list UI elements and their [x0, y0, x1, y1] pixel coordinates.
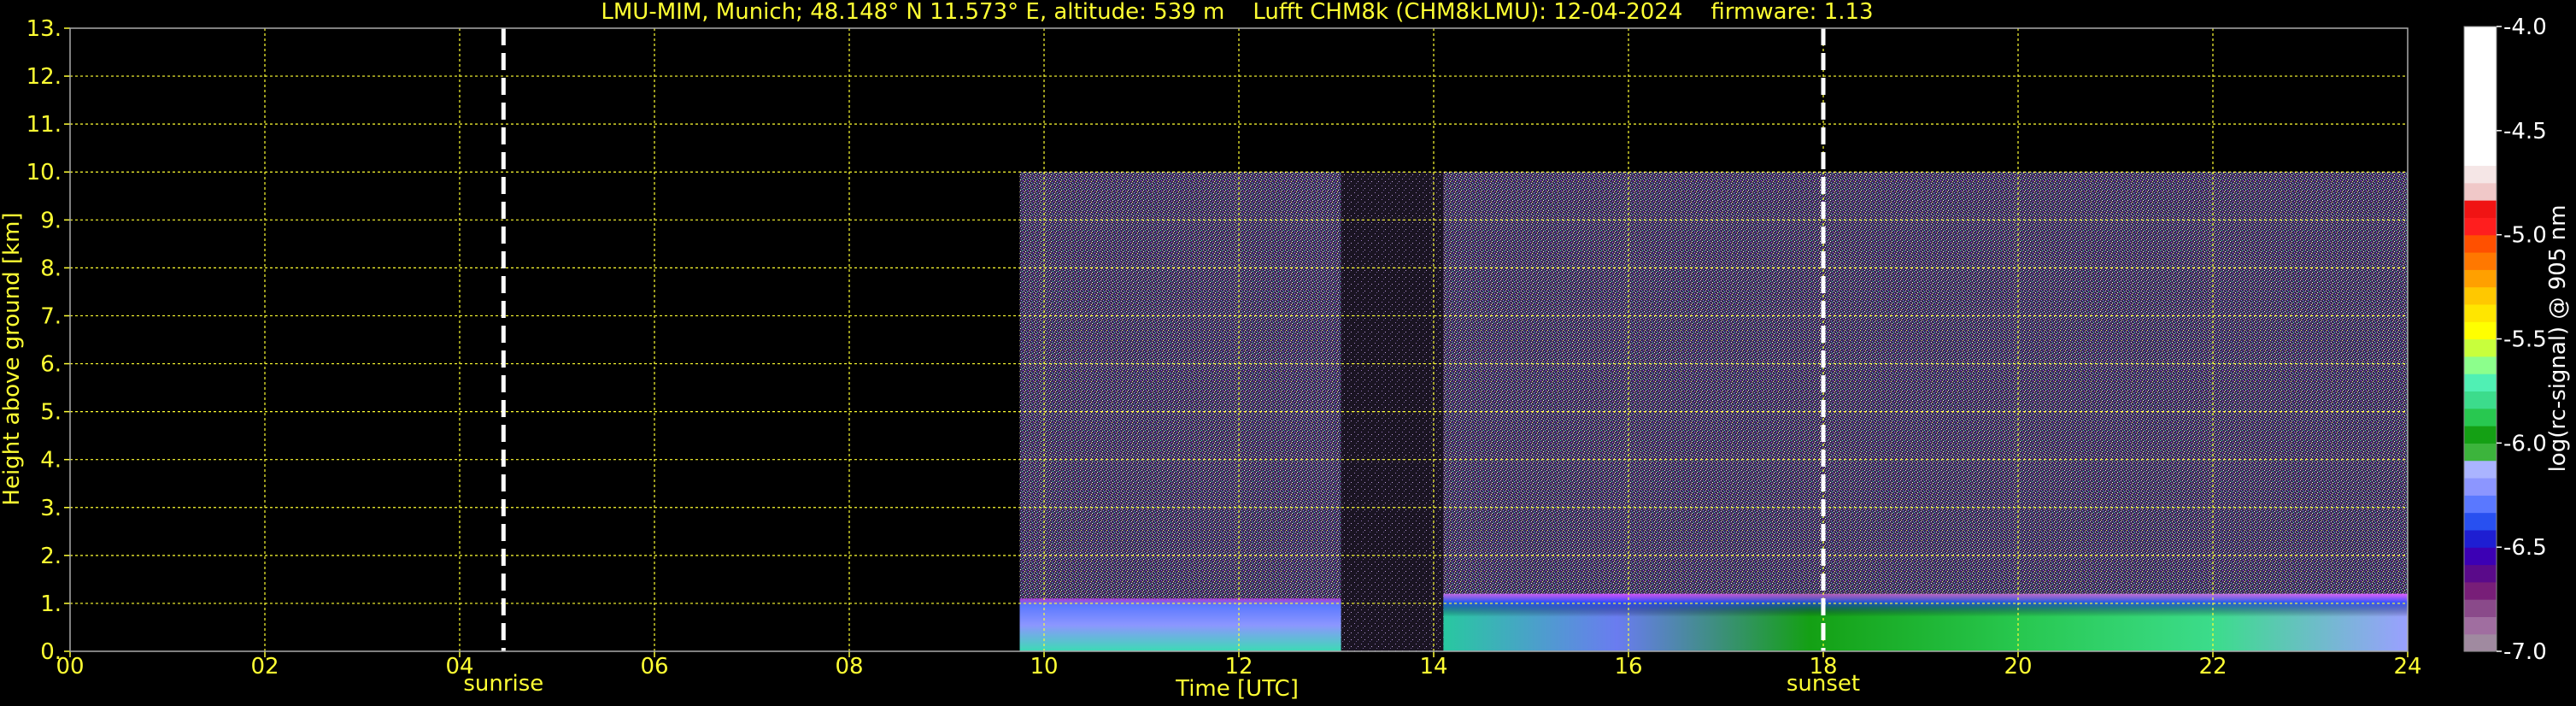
colorbar-swatch: [2464, 460, 2497, 479]
y-tick-label: 12.: [26, 64, 62, 90]
y-tick-label: 9.: [40, 208, 62, 233]
backscatter-segment: [1341, 172, 1444, 651]
x-axis-label: Time [UTC]: [1175, 676, 1299, 702]
colorbar-tick-label: -6.0: [2503, 431, 2547, 456]
colorbar-swatch: [2464, 581, 2497, 600]
colorbar-swatch: [2464, 616, 2497, 635]
x-tick-label: 24: [2393, 654, 2421, 680]
colorbar-swatch: [2464, 321, 2497, 340]
colorbar-swatch: [2464, 44, 2497, 62]
boundary-layer-top-edge: [1443, 593, 2408, 651]
x-tick-label: 20: [2004, 654, 2032, 680]
x-tick-label: 16: [1614, 654, 1642, 680]
colorbar-swatch: [2464, 599, 2497, 617]
y-tick-label: 4.: [40, 448, 62, 474]
x-tick-label: 02: [250, 654, 279, 680]
y-tick-label: 0.: [40, 639, 62, 665]
y-tick-label: 1.: [40, 591, 62, 617]
colorbar-swatch: [2464, 96, 2497, 115]
colorbar-swatch: [2464, 217, 2497, 236]
colorbar-swatch: [2464, 338, 2497, 357]
x-tick-label: 22: [2198, 654, 2227, 680]
colorbar-swatch: [2464, 234, 2497, 253]
colorbar-swatch: [2464, 200, 2497, 218]
colorbar-swatch: [2464, 374, 2497, 392]
colorbar-swatch: [2464, 26, 2497, 44]
colorbar-swatch: [2464, 61, 2497, 79]
x-tick-label: 18: [1809, 654, 1837, 680]
colorbar-swatch: [2464, 564, 2497, 583]
colorbar-swatch: [2464, 303, 2497, 322]
colorbar-swatch: [2464, 477, 2497, 496]
chart-title: LMU-MIM, Munich; 48.148° N 11.573° E, al…: [601, 0, 1873, 25]
colorbar-tick-label: -4.0: [2503, 15, 2547, 40]
backscatter-segment: [1019, 172, 1341, 651]
sunrise-label: sunrise: [463, 671, 543, 697]
colorbar-swatch: [2464, 512, 2497, 531]
colorbar-swatch: [2464, 269, 2497, 288]
x-tick-label: 14: [1419, 654, 1447, 680]
colorbar-swatch: [2464, 251, 2497, 270]
colorbar-tick-label: -5.5: [2503, 327, 2547, 353]
y-tick-label: 10.: [26, 160, 62, 185]
colorbar-swatch: [2464, 148, 2497, 167]
colorbar-tick-label: -7.0: [2503, 639, 2547, 665]
x-tick-label: 06: [640, 654, 668, 680]
y-tick-label: 5.: [40, 400, 62, 426]
colorbar-swatch: [2464, 495, 2497, 514]
colorbar-tick-label: -5.0: [2503, 223, 2547, 249]
colorbar-swatch: [2464, 130, 2497, 149]
colorbar-swatch: [2464, 633, 2497, 652]
colorbar-swatch: [2464, 529, 2497, 548]
y-tick-label: 8.: [40, 256, 62, 281]
colorbar-swatch: [2464, 408, 2497, 427]
colorbar-swatch: [2464, 286, 2497, 305]
colorbar-swatch: [2464, 426, 2497, 444]
ceilometer-chart: sunrise sunset 00 02 04 06 08 10 12 14 16 18 20 22 24…: [0, 0, 2571, 702]
y-tick-label: 11.: [26, 112, 62, 138]
colorbar-swatch: [2464, 182, 2497, 201]
y-axis-label: Height above ground [km]: [0, 212, 25, 505]
boundary-layer-band: [1019, 598, 1341, 651]
y-tick-label: 2.: [40, 544, 62, 569]
colorbar-swatch: [2464, 78, 2497, 97]
colorbar-tick-label: -4.5: [2503, 119, 2547, 144]
colorbar-swatch: [2464, 165, 2497, 184]
colorbar-swatch: [2464, 391, 2497, 409]
colorbar-swatch: [2464, 356, 2497, 374]
y-tick-label: 7.: [40, 303, 62, 329]
y-tick-label: 13.: [26, 16, 62, 42]
x-tick-label: 10: [1030, 654, 1058, 680]
y-tick-label: 6.: [40, 352, 62, 378]
y-tick-label: 3.: [40, 496, 62, 521]
colorbar-swatch: [2464, 547, 2497, 566]
x-tick-label: 08: [835, 654, 863, 680]
colorbar-label: log(rc-signal) @ 905 nm: [2545, 205, 2571, 473]
x-tick-label: 04: [445, 654, 473, 680]
colorbar-swatch: [2464, 113, 2497, 132]
colorbar-tick-label: -6.5: [2503, 535, 2547, 561]
colorbar-swatch: [2464, 443, 2497, 462]
